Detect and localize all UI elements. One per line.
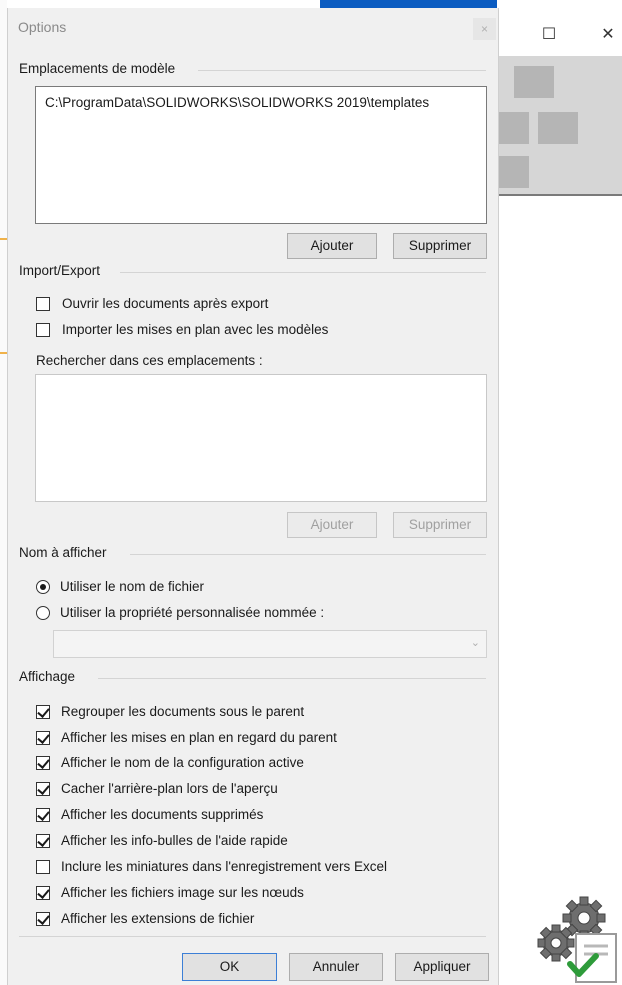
show-image-files-label: Afficher les fichiers image sur les nœud… (61, 885, 304, 900)
show-config-name-checkbox[interactable] (36, 756, 50, 770)
show-image-files-checkbox[interactable] (36, 886, 50, 900)
use-filename-radio[interactable] (36, 580, 50, 594)
ok-button[interactable]: OK (182, 953, 277, 981)
display-name-group-label: Nom à afficher (19, 545, 117, 560)
show-deleted-checkbox[interactable] (36, 808, 50, 822)
edge-tick (0, 238, 7, 240)
show-drawings-checkbox[interactable] (36, 731, 50, 745)
search-remove-button[interactable]: Supprimer (393, 512, 487, 538)
group-rule (198, 70, 486, 71)
use-filename-label: Utiliser le nom de fichier (60, 579, 205, 594)
show-deleted-label: Afficher les documents supprimés (61, 807, 264, 822)
background-tile (538, 112, 578, 144)
options-dialog: Options × Emplacements de modèle C:\Prog… (7, 8, 499, 985)
include-thumbnails-checkbox[interactable] (36, 860, 50, 874)
affichage-group-label: Affichage (19, 669, 86, 684)
group-rule (120, 272, 486, 273)
dialog-close-button[interactable]: × (473, 18, 496, 40)
templates-group-label: Emplacements de modèle (19, 61, 186, 76)
search-add-button[interactable]: Ajouter (287, 512, 377, 538)
use-custom-property-label: Utiliser la propriété personnalisée nomm… (60, 605, 325, 620)
open-after-export-label: Ouvrir les documents après export (62, 296, 269, 311)
hide-background-label: Cacher l'arrière-plan lors de l'aperçu (61, 781, 278, 796)
maximize-icon[interactable]: ☐ (539, 25, 559, 45)
search-locations-listbox[interactable] (35, 374, 487, 502)
footer-separator (19, 936, 486, 937)
custom-property-dropdown[interactable]: ⌄ (53, 630, 487, 658)
import-export-group-label: Import/Export (19, 263, 111, 278)
templates-remove-button[interactable]: Supprimer (393, 233, 487, 259)
show-extensions-label: Afficher les extensions de fichier (61, 911, 255, 926)
import-drawings-checkbox[interactable] (36, 323, 50, 337)
show-tooltips-label: Afficher les info-bulles de l'aide rapid… (61, 833, 288, 848)
edge-tick (0, 352, 7, 354)
dialog-titlebar: Options × (8, 8, 498, 40)
group-docs-checkbox[interactable] (36, 705, 50, 719)
gears-settings-icon (537, 896, 617, 983)
show-extensions-checkbox[interactable] (36, 912, 50, 926)
templates-listbox[interactable]: C:\ProgramData\SOLIDWORKS\SOLIDWORKS 201… (35, 86, 487, 224)
hide-background-checkbox[interactable] (36, 782, 50, 796)
dialog-title: Options (18, 19, 67, 35)
background-tile (497, 112, 529, 144)
include-thumbnails-label: Inclure les miniatures dans l'enregistre… (61, 859, 387, 874)
list-item[interactable]: C:\ProgramData\SOLIDWORKS\SOLIDWORKS 201… (45, 95, 429, 110)
background-divider (497, 194, 622, 196)
chevron-down-icon[interactable]: ⌄ (471, 636, 480, 649)
group-docs-label: Regrouper les documents sous le parent (61, 704, 305, 719)
show-drawings-label: Afficher les mises en plan en regard du … (61, 730, 337, 745)
background-tile (514, 66, 554, 98)
group-rule (98, 678, 486, 679)
cancel-button[interactable]: Annuler (289, 953, 383, 981)
group-rule (130, 554, 486, 555)
use-custom-property-radio[interactable] (36, 606, 50, 620)
search-locations-label: Rechercher dans ces emplacements : (36, 353, 263, 368)
apply-button[interactable]: Appliquer (395, 953, 489, 981)
import-drawings-label: Importer les mises en plan avec les modè… (62, 322, 329, 337)
left-edge-strip (0, 0, 7, 985)
show-tooltips-checkbox[interactable] (36, 834, 50, 848)
close-icon[interactable]: ✕ (598, 25, 618, 45)
open-after-export-checkbox[interactable] (36, 297, 50, 311)
background-tile (497, 156, 529, 188)
show-config-name-label: Afficher le nom de la configuration acti… (61, 755, 304, 770)
templates-add-button[interactable]: Ajouter (287, 233, 377, 259)
